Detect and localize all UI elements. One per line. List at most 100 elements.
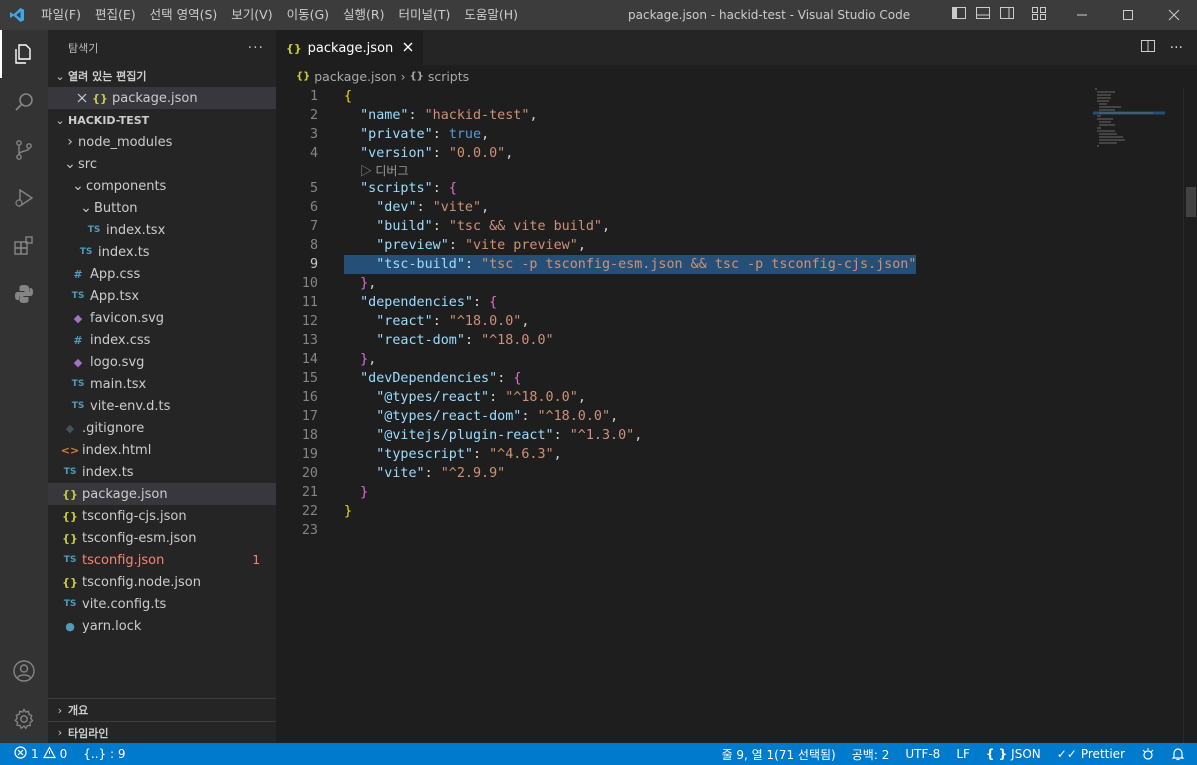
toggle-primary-sidebar-icon[interactable] — [951, 5, 967, 25]
typescript-file-icon: TS — [63, 467, 77, 477]
open-editor-item[interactable]: {} package.json — [48, 87, 276, 109]
outline-title: 개요 — [68, 704, 89, 717]
tree-folder[interactable]: ⌄ src — [48, 153, 276, 175]
accounts-icon[interactable] — [0, 647, 48, 695]
tree-file[interactable]: {} tsconfig.node.json — [48, 571, 276, 593]
maximize-icon[interactable] — [1105, 0, 1151, 30]
tree-item-label: Button — [94, 200, 138, 216]
more-actions-icon[interactable]: ··· — [248, 40, 264, 56]
extensions-icon[interactable] — [0, 222, 48, 270]
close-window-icon[interactable] — [1151, 0, 1197, 30]
outline-header[interactable]: › 개요 — [48, 699, 276, 721]
code-line: 5 "scripts": { — [309, 181, 457, 196]
window-controls — [1059, 0, 1197, 30]
explorer-header: 탐색기 ··· — [48, 30, 276, 65]
code-editor[interactable]: 1{ 2 "name": "hackid-test", 3 "private":… — [276, 87, 1176, 743]
split-editor-icon[interactable] — [1140, 38, 1156, 58]
menu-item[interactable]: 파일(F) — [34, 0, 88, 30]
close-editor-icon[interactable] — [74, 93, 90, 103]
json-file-icon: {} — [62, 487, 78, 501]
tree-file[interactable]: ◆ .gitignore — [48, 417, 276, 439]
code-line: 10 }, — [301, 276, 377, 291]
code-line: 23 — [301, 523, 318, 538]
tree-item-label: index.ts — [82, 464, 134, 480]
search-icon[interactable] — [0, 78, 48, 126]
menu-item[interactable]: 편집(E) — [88, 0, 143, 30]
tree-file[interactable]: TS main.tsx — [48, 373, 276, 395]
explorer-icon[interactable] — [0, 30, 48, 78]
tab-package-json[interactable]: {} package.json — [276, 30, 424, 65]
tree-file[interactable]: TS vite.config.ts — [48, 593, 276, 615]
problems-indicator[interactable]: 1 0 — [0, 743, 75, 765]
tree-folder[interactable]: ⌄ components — [48, 175, 276, 197]
tree-file[interactable]: ◆ favicon.svg — [48, 307, 276, 329]
typescript-file-icon: TS — [79, 247, 93, 257]
timeline-header[interactable]: › 타임라인 — [48, 721, 276, 743]
open-editors-header[interactable]: ⌄ 열려 있는 편집기 — [48, 65, 276, 87]
notifications-bell-icon[interactable] — [1163, 743, 1197, 765]
minimize-icon[interactable] — [1059, 0, 1105, 30]
tree-file[interactable]: # App.css — [48, 263, 276, 285]
end-of-line[interactable]: LF — [948, 743, 978, 765]
scrollbar-thumb[interactable] — [1186, 187, 1196, 217]
menu-item[interactable]: 실행(R) — [336, 0, 391, 30]
code-line: 12 "react": "^18.0.0", — [301, 314, 530, 329]
code-line: 18 "@vitejs/plugin-react": "^1.3.0", — [301, 428, 643, 443]
css-file-icon: # — [73, 267, 83, 281]
typescript-file-icon: TS — [71, 401, 85, 411]
tree-file[interactable]: # index.css — [48, 329, 276, 351]
customize-layout-icon[interactable] — [1031, 5, 1047, 25]
encoding[interactable]: UTF-8 — [897, 743, 948, 765]
source-control-icon[interactable] — [0, 126, 48, 174]
debug-codelens[interactable]: ▷ 디버그 — [276, 163, 1176, 179]
settings-gear-icon[interactable] — [0, 695, 48, 743]
menu-item[interactable]: 선택 영역(S) — [143, 0, 225, 30]
code-line: 8 "preview": "vite preview", — [309, 238, 586, 253]
tree-file[interactable]: {} tsconfig-cjs.json — [48, 505, 276, 527]
breadcrumb-symbol[interactable]: scripts — [428, 69, 469, 84]
language-mode[interactable]: { } JSON — [978, 743, 1049, 765]
run-debug-icon[interactable] — [0, 174, 48, 222]
feedback-icon[interactable] — [1133, 743, 1163, 765]
tree-file[interactable]: TS tsconfig.json 1 — [48, 549, 276, 571]
chevron-down-icon: ⌄ — [64, 156, 76, 172]
tree-item-label: App.css — [90, 266, 141, 282]
cursor-position[interactable]: 줄 9, 열 1(71 선택됨) — [714, 743, 844, 765]
menu-item[interactable]: 보기(V) — [224, 0, 279, 30]
bracket-pair-indicator[interactable]: {..} : 9 — [75, 743, 133, 765]
tree-file[interactable]: TS index.ts — [48, 241, 276, 263]
vertical-scrollbar[interactable] — [1183, 87, 1197, 743]
svg-file-icon: ◆ — [73, 355, 83, 369]
indentation[interactable]: 공백: 2 — [844, 743, 898, 765]
menu-item[interactable]: 터미널(T) — [392, 0, 458, 30]
tree-folder[interactable]: ⌄ Button — [48, 197, 276, 219]
menu-item[interactable]: 이동(G) — [280, 0, 336, 30]
tree-folder[interactable]: › node_modules — [48, 131, 276, 153]
more-actions-icon[interactable]: ··· — [1170, 40, 1183, 56]
menu-item[interactable]: 도움말(H) — [457, 0, 525, 30]
tree-file[interactable]: {} tsconfig-esm.json — [48, 527, 276, 549]
prettier-status[interactable]: ✓✓ Prettier — [1049, 743, 1133, 765]
typescript-file-icon: TS — [71, 379, 85, 389]
tree-file[interactable]: TS App.tsx — [48, 285, 276, 307]
typescript-file-icon: TS — [63, 599, 77, 609]
python-icon[interactable] — [0, 270, 48, 318]
tree-file[interactable]: TS index.tsx — [48, 219, 276, 241]
indentation-text: 공백: 2 — [851, 747, 890, 762]
tree-file[interactable]: ● yarn.lock — [48, 615, 276, 637]
tree-file[interactable]: <> index.html — [48, 439, 276, 461]
close-tab-icon[interactable] — [403, 41, 413, 56]
project-header[interactable]: ⌄ HACKID-TEST — [48, 109, 276, 131]
tree-file[interactable]: TS index.ts — [48, 461, 276, 483]
language-text: JSON — [1011, 747, 1041, 761]
tree-file[interactable]: {} package.json — [48, 483, 276, 505]
tree-file[interactable]: TS vite-env.d.ts — [48, 395, 276, 417]
json-file-icon: {} — [62, 575, 78, 589]
breadcrumb-file[interactable]: package.json — [314, 69, 396, 84]
code-line: 21 } — [301, 485, 369, 500]
tree-file[interactable]: ◆ logo.svg — [48, 351, 276, 373]
minimap[interactable] — [1093, 87, 1183, 147]
toggle-panel-icon[interactable] — [975, 5, 991, 25]
toggle-secondary-sidebar-icon[interactable] — [999, 5, 1015, 25]
tree-item-label: tsconfig.json — [82, 552, 165, 568]
